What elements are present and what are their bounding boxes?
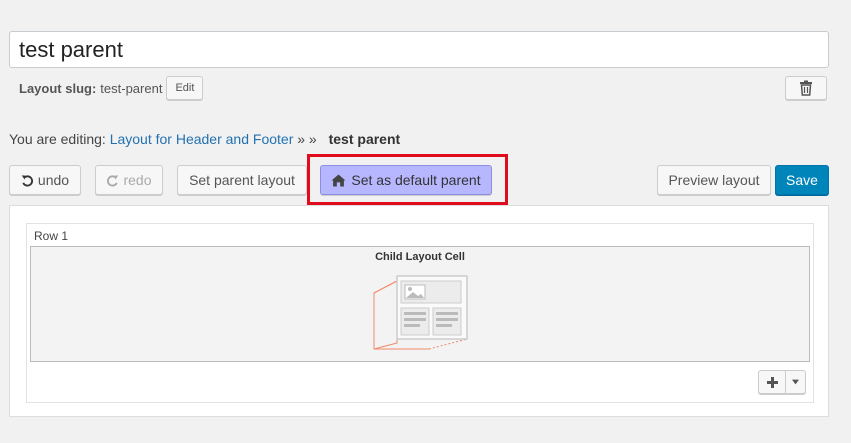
child-layout-illustration [373,275,468,350]
cell-title: Child Layout Cell [375,251,465,263]
layout-slug-row: Layout slug: test-parent Edit [19,76,204,100]
row-label: Row 1 [34,229,69,243]
breadcrumb-prefix: You are editing: [9,131,106,147]
redo-button[interactable]: redo [95,165,163,195]
layout-row[interactable]: Row 1 Child Layout Cell [26,223,814,403]
undo-icon [21,174,33,187]
current-layout-name: test parent [328,131,401,147]
preview-layout-button[interactable]: Preview layout [657,165,771,195]
layout-title-input[interactable]: test parent [9,31,829,68]
redo-icon [107,174,119,187]
child-layout-cell[interactable]: Child Layout Cell [30,246,810,362]
layout-editor-canvas: Row 1 Child Layout Cell [9,205,829,417]
highlight-box [307,154,508,205]
slug-value: test-parent [100,80,163,96]
save-button[interactable]: Save [775,165,829,195]
caret-down-icon [792,379,799,385]
breadcrumb: You are editing: Layout for Header and F… [9,131,400,147]
trash-icon [800,80,812,96]
parent-layout-link[interactable]: Layout for Header and Footer [110,131,294,147]
undo-label: undo [37,172,70,188]
delete-layout-button[interactable] [785,76,827,100]
set-parent-layout-button[interactable]: Set parent layout [177,165,307,195]
edit-slug-button[interactable]: Edit [166,76,204,100]
add-cell-group [758,370,806,394]
slug-label: Layout slug: [19,80,97,96]
undo-button[interactable]: undo [9,165,81,195]
plus-icon [766,376,778,388]
add-cell-dropdown-button[interactable] [786,370,806,394]
breadcrumb-separator: » » [297,131,317,147]
add-cell-button[interactable] [758,370,786,394]
redo-label: redo [123,172,152,188]
